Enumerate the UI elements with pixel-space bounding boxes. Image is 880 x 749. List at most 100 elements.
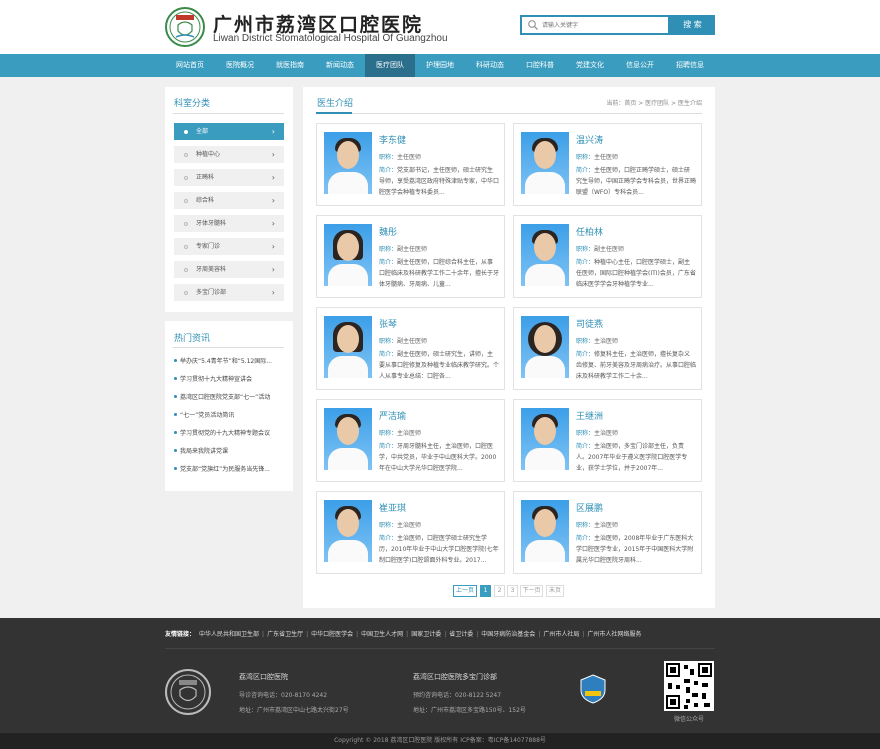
nav-item[interactable]: 就医指南 xyxy=(265,54,315,77)
category-item[interactable]: 牙周美容科 › xyxy=(174,261,284,278)
friend-link[interactable]: 国家卫计委 xyxy=(411,631,441,638)
doctor-photo xyxy=(324,224,372,286)
doctor-name[interactable]: 严洁瑜 xyxy=(379,409,406,422)
nav-item[interactable]: 护理园地 xyxy=(415,54,465,77)
doctor-card[interactable]: 魏彤 职称：副主任医师 简介：副主任医师，口腔综合科主任，从事口腔临床及科研教学工作… xyxy=(316,215,505,298)
nav-item[interactable]: 口腔科普 xyxy=(515,54,565,77)
divider xyxy=(173,347,284,348)
doctor-name[interactable]: 王继洲 xyxy=(576,409,603,422)
doctor-name[interactable]: 魏彤 xyxy=(379,225,397,238)
doctor-name[interactable]: 崔亚琪 xyxy=(379,501,406,514)
qr-code-icon xyxy=(664,661,714,711)
news-item[interactable]: 我局来我院讲党课 xyxy=(174,446,286,458)
doctor-name[interactable]: 温兴涛 xyxy=(576,133,603,146)
doctor-name[interactable]: 任柏林 xyxy=(576,225,603,238)
doctor-name[interactable]: 李东健 xyxy=(379,133,406,146)
title-underline xyxy=(316,112,352,114)
friend-link[interactable]: 中华口腔医学会 xyxy=(311,631,353,638)
nav-item[interactable]: 医院概况 xyxy=(215,54,265,77)
category-item[interactable]: 全部 › xyxy=(174,123,284,140)
friend-link[interactable]: 中华人民共和国卫生部 xyxy=(199,631,259,638)
doctor-card[interactable]: 张琴 职称：副主任医师 简介：副主任医师，硕士研究生，讲师，主要从事口腔修复及种植专… xyxy=(316,307,505,390)
news-item[interactable]: 党支部“党旗红”为民服务当先锋... xyxy=(174,464,286,476)
intro-key: 简介： xyxy=(576,259,595,266)
category-item[interactable]: 专家门诊 › xyxy=(174,238,284,255)
doctor-title: 职称：主治医师 xyxy=(379,428,421,437)
footer-branch-info: 荔湾区口腔医院多宝门诊部 预约咨询电话：020-8122 5247 地址：广州市… xyxy=(413,672,526,720)
links-label: 友情链接： xyxy=(165,631,196,638)
intro-key: 简介： xyxy=(576,351,595,358)
shirt xyxy=(328,356,368,378)
title-key: 职称： xyxy=(576,154,595,161)
page-button[interactable]: 2 xyxy=(494,585,505,597)
friend-link[interactable]: 广州市人社网络服务 xyxy=(587,631,641,638)
intro-value: 副主任医师，口腔综合科主任，从事口腔临床及科研教学工作二十余年，擅长于牙体牙髓病… xyxy=(379,259,499,288)
title-value: 副主任医师 xyxy=(397,338,428,345)
category-label: 正畸科 xyxy=(196,174,215,181)
next-page-button[interactable]: 下一页 xyxy=(520,585,543,597)
footer-heading: 荔湾区口腔医院多宝门诊部 xyxy=(413,673,497,681)
friend-link[interactable]: 广州市人社局 xyxy=(543,631,579,638)
verified-badge-icon[interactable] xyxy=(579,674,607,704)
news-item[interactable]: 举办庆“5.4青年节”和“5.12国际... xyxy=(174,356,286,368)
doctor-card[interactable]: 司徒燕 职称：主治医师 简介：修复科主任，主治医师，擅长复杂义齿修复、前牙美容及牙周… xyxy=(513,307,702,390)
last-page-button[interactable]: 末页 xyxy=(546,585,564,597)
news-item[interactable]: “七一”党员活动简讯 xyxy=(174,410,286,422)
category-item[interactable]: 正畸科 › xyxy=(174,169,284,186)
bullet-icon xyxy=(174,413,177,416)
bullet-icon xyxy=(174,431,177,434)
doctor-title: 职称：主治医师 xyxy=(379,520,421,529)
nav-item[interactable]: 科研动态 xyxy=(465,54,515,77)
nav-item[interactable]: 医疗团队 xyxy=(365,54,415,77)
chevron-right-icon: › xyxy=(271,265,275,274)
face xyxy=(534,325,556,353)
doctor-intro: 简介：主任医师，口腔正畸学硕士，硕士研究生导师，中国正畸学会专科会员，世界正畸联… xyxy=(576,165,696,199)
category-label: 多宝门诊部 xyxy=(196,289,227,296)
chevron-right-icon: › xyxy=(271,242,275,251)
bullet-icon xyxy=(184,199,188,203)
page-button[interactable]: 1 xyxy=(480,585,491,597)
doctor-name[interactable]: 张琴 xyxy=(379,317,397,330)
search-button[interactable]: 搜 索 xyxy=(670,15,715,35)
separator: | xyxy=(476,631,479,638)
friend-link[interactable]: 广东省卫生厅 xyxy=(267,631,303,638)
nav-item[interactable]: 招聘信息 xyxy=(665,54,715,77)
news-item[interactable]: 学习贯彻十九大精神宣讲会 xyxy=(174,374,286,386)
category-label: 牙周美容科 xyxy=(196,266,227,273)
doctor-photo xyxy=(324,316,372,378)
doctor-card[interactable]: 温兴涛 职称：主任医师 简介：主任医师，口腔正畸学硕士，硕士研究生导师，中国正畸学会… xyxy=(513,123,702,206)
bullet-icon xyxy=(174,395,177,398)
search-input[interactable] xyxy=(542,17,666,33)
nav-item[interactable]: 信息公开 xyxy=(615,54,665,77)
nav-item[interactable]: 党建文化 xyxy=(565,54,615,77)
doctor-card[interactable]: 崔亚琪 职称：主治医师 简介：主治医师，口腔医学硕士研究生学历，2010年毕业于中山… xyxy=(316,491,505,574)
nav-item[interactable]: 新闻动态 xyxy=(315,54,365,77)
category-item[interactable]: 多宝门诊部 › xyxy=(174,284,284,301)
category-item[interactable]: 种植中心 › xyxy=(174,146,284,163)
shirt xyxy=(328,172,368,194)
friend-link[interactable]: 中国牙病防治基金会 xyxy=(481,631,535,638)
doctor-card[interactable]: 任柏林 职称：副主任医师 简介：种植中心主任，口腔医学硕士，副主任医师，国际口腔种植… xyxy=(513,215,702,298)
category-item[interactable]: 综合科 › xyxy=(174,192,284,209)
news-item[interactable]: 学习贯彻党的十九大精神专题会议 xyxy=(174,428,286,440)
doctor-name[interactable]: 司徒燕 xyxy=(576,317,603,330)
doctor-card[interactable]: 区展鹏 职称：主治医师 简介：主治医师，2008年毕业于广东医科大学口腔医学专业，2… xyxy=(513,491,702,574)
news-item[interactable]: 荔湾区口腔医院党支部“七一”活动 xyxy=(174,392,286,404)
chevron-right-icon: › xyxy=(271,150,275,159)
bullet-icon xyxy=(184,130,188,134)
doctor-card[interactable]: 王继洲 职称：主治医师 简介：主治医师，多宝门诊部主任，负责人。2007年毕业于遵义… xyxy=(513,399,702,482)
category-item[interactable]: 牙体牙髓科 › xyxy=(174,215,284,232)
doctor-intro: 简介：党支部书记，主任医师，硕士研究生导师，享受荔湾区政府特殊津贴专家，中华口腔… xyxy=(379,165,499,199)
category-label: 综合科 xyxy=(196,197,215,204)
prev-page-button[interactable]: 上一页 xyxy=(453,585,477,597)
face xyxy=(337,417,359,445)
doctor-name[interactable]: 区展鹏 xyxy=(576,501,603,514)
friend-link[interactable]: 中国卫生人才网 xyxy=(361,631,403,638)
page-button[interactable]: 3 xyxy=(507,585,518,597)
friend-link[interactable]: 省卫计委 xyxy=(449,631,473,638)
page-title: 医生介绍 xyxy=(317,99,354,109)
doctor-card[interactable]: 严洁瑜 职称：主治医师 简介：牙周牙髓科主任，主治医师，口腔医学，中共党员，毕业于中… xyxy=(316,399,505,482)
doctor-card[interactable]: 李东健 职称：主任医师 简介：党支部书记，主任医师，硕士研究生导师，享受荔湾区政府特… xyxy=(316,123,505,206)
hospital-logo-icon[interactable] xyxy=(165,7,205,47)
nav-item[interactable]: 网站首页 xyxy=(165,54,215,77)
